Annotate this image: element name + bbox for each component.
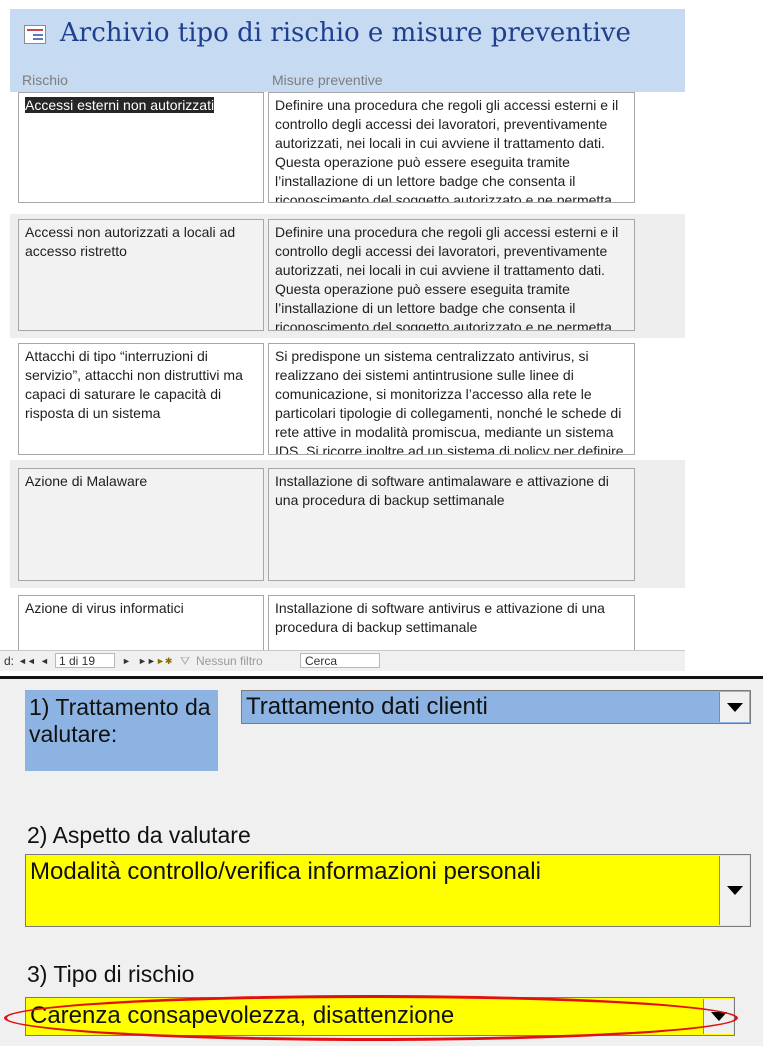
- prev-record-button[interactable]: ◄: [40, 656, 49, 666]
- misure-field[interactable]: Definire una procedura che regoli gli ac…: [268, 219, 635, 331]
- record-row: Attacchi di tipo “interruzioni di serviz…: [10, 338, 685, 460]
- tipo-rischio-value: Carenza consapevolezza, disattenzione: [30, 1002, 455, 1029]
- tipo-rischio-combobox[interactable]: Carenza consapevolezza, disattenzione: [25, 997, 735, 1036]
- record-row: Accessi non autorizzati a locali ad acce…: [10, 214, 685, 338]
- record-row: Accessi esterni non autorizzati Definire…: [10, 92, 685, 214]
- first-record-button[interactable]: ◄◄: [18, 656, 36, 666]
- record-row: Azione di Malaware Installazione di soft…: [10, 460, 685, 588]
- field3-label: 3) Tipo di rischio: [27, 961, 195, 987]
- form-title: Archivio tipo di rischio e misure preven…: [60, 18, 631, 48]
- filter-status[interactable]: Nessun filtro: [196, 654, 263, 668]
- chevron-down-icon: [711, 1012, 727, 1021]
- rischio-field[interactable]: Attacchi di tipo “interruzioni di serviz…: [18, 343, 264, 455]
- field1-label-box: 1) Trattamento da valutare:: [25, 690, 218, 771]
- tipo-rischio-dropdown-button[interactable]: [703, 999, 733, 1034]
- record-position-input[interactable]: 1 di 19: [55, 653, 115, 668]
- trattamento-value: Trattamento dati clienti: [246, 693, 488, 720]
- rischio-field[interactable]: Accessi esterni non autorizzati: [18, 92, 264, 203]
- chevron-down-icon: [727, 703, 743, 712]
- rischio-field[interactable]: Azione di Malaware: [18, 468, 264, 581]
- aspetto-value: Modalità controllo/verifica informazioni…: [30, 858, 541, 885]
- rischio-field[interactable]: Accessi non autorizzati a locali ad acce…: [18, 219, 264, 331]
- record-navigation-bar: d: ◄◄ ◄ 1 di 19 ► ►► ►✱ ⛛ Nessun filtro …: [0, 650, 685, 671]
- column-header-misure: Misure preventive: [272, 72, 383, 88]
- last-record-button[interactable]: ►►: [138, 656, 156, 666]
- misure-field[interactable]: Definire una procedura che regoli gli ac…: [268, 92, 635, 203]
- form-icon: [24, 25, 46, 44]
- field2-label: 2) Aspetto da valutare: [27, 822, 251, 848]
- filter-icon: ⛛: [180, 654, 191, 668]
- column-header-rischio: Rischio: [22, 72, 68, 88]
- misure-field[interactable]: Installazione di software antimalaware e…: [268, 468, 635, 581]
- search-input[interactable]: Cerca: [300, 653, 380, 668]
- chevron-down-icon: [727, 886, 743, 895]
- record-label: d:: [4, 654, 15, 668]
- misure-field[interactable]: Si predispone un sistema centralizzato a…: [268, 343, 635, 455]
- record-row: Azione di virus informatici Installazion…: [10, 588, 685, 655]
- trattamento-combobox[interactable]: Trattamento dati clienti: [241, 690, 751, 724]
- risk-evaluation-panel: 1) Trattamento da valutare: Trattamento …: [0, 679, 763, 1046]
- access-form: Archivio tipo di rischio e misure preven…: [0, 0, 763, 671]
- rischio-text: Accessi esterni non autorizzati: [25, 97, 215, 113]
- aspetto-combobox[interactable]: Modalità controllo/verifica informazioni…: [25, 854, 751, 927]
- rischio-field[interactable]: Azione di virus informatici: [18, 595, 264, 655]
- misure-field[interactable]: Installazione di software antivirus e at…: [268, 595, 635, 655]
- next-record-button[interactable]: ►: [122, 656, 131, 666]
- aspetto-dropdown-button[interactable]: [719, 856, 749, 925]
- trattamento-dropdown-button[interactable]: [719, 692, 749, 722]
- new-record-button[interactable]: ►✱: [156, 656, 172, 667]
- field1-label: 1) Trattamento da valutare:: [29, 694, 211, 747]
- form-header: Archivio tipo di rischio e misure preven…: [10, 9, 685, 92]
